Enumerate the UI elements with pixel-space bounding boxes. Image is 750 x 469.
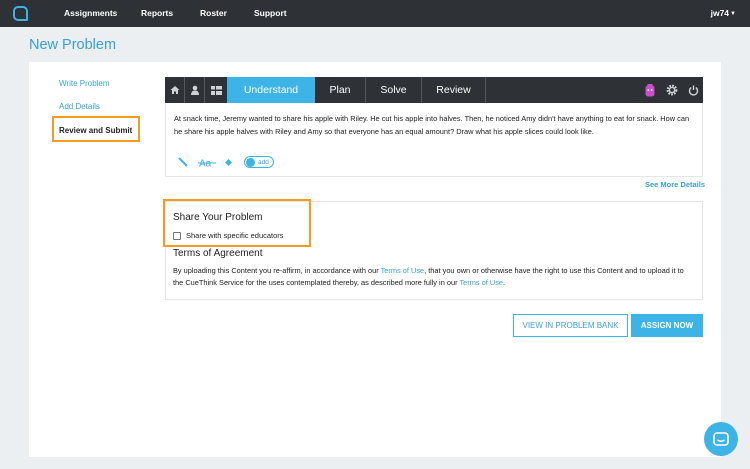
- share-educators-checkbox[interactable]: [173, 231, 181, 240]
- person-icon: [190, 85, 199, 95]
- step-review-submit[interactable]: Review and Submit: [59, 126, 132, 135]
- grid-icon: [210, 85, 222, 95]
- nav-roster[interactable]: Roster: [200, 8, 227, 18]
- thinklet-badge-button[interactable]: [640, 77, 660, 103]
- step-add-details[interactable]: Add Details: [59, 102, 100, 111]
- nav-support[interactable]: Support: [254, 8, 287, 18]
- terms-text-part1: By uploading this Content you re-affirm,…: [173, 266, 381, 275]
- caret-down-icon: ▼: [730, 11, 736, 17]
- grid-view-button[interactable]: [205, 77, 227, 103]
- assign-now-button[interactable]: ASSIGN NOW: [631, 314, 703, 337]
- add-icon: [246, 157, 255, 167]
- share-educators-label: Share with specific educators: [186, 231, 284, 240]
- cuethink-logo-icon[interactable]: [13, 6, 28, 21]
- nav-reports[interactable]: Reports: [141, 8, 173, 18]
- chat-launcher-button[interactable]: [704, 422, 738, 456]
- highlighter-icon[interactable]: [224, 158, 233, 167]
- power-icon: [688, 85, 698, 95]
- tab-review[interactable]: Review: [422, 77, 485, 103]
- step-write-problem[interactable]: Write Problem: [59, 79, 110, 88]
- terms-text: By uploading this Content you re-affirm,…: [173, 265, 695, 289]
- terms-of-use-link[interactable]: Terms of Use: [381, 266, 425, 275]
- share-title: Share Your Problem: [173, 212, 263, 223]
- page-title: New Problem: [29, 37, 117, 53]
- share-educators-option[interactable]: Share with specific educators: [173, 231, 284, 240]
- add-label: add: [258, 158, 269, 166]
- profile-button[interactable]: [185, 77, 204, 103]
- home-button[interactable]: [165, 77, 184, 103]
- top-nav: Assignments Reports Roster Support jw74▼: [0, 0, 750, 27]
- terms-of-use-link-2[interactable]: Terms of Use: [459, 278, 503, 287]
- home-icon: [170, 86, 179, 94]
- thinklet-badge-icon: [645, 83, 655, 96]
- chat-icon: [713, 431, 729, 446]
- annotation-tools: Aa add: [178, 155, 274, 169]
- power-button[interactable]: [683, 77, 703, 103]
- gear-icon: [666, 84, 678, 96]
- view-in-problem-bank-button[interactable]: VIEW IN PROBLEM BANK: [513, 314, 628, 337]
- problem-text: At snack time, Jeremy wanted to share hi…: [174, 114, 690, 136]
- user-menu[interactable]: jw74▼: [711, 8, 736, 18]
- tab-plan[interactable]: Plan: [315, 77, 365, 103]
- toolbar-divider: [485, 77, 486, 103]
- tab-understand[interactable]: Understand: [227, 77, 315, 103]
- pencil-icon[interactable]: [178, 156, 189, 168]
- add-annotation-button[interactable]: add: [244, 156, 274, 168]
- see-more-details-link[interactable]: See More Details: [645, 180, 705, 189]
- terms-text-part3: .: [503, 278, 506, 287]
- problem-box: At snack time, Jeremy wanted to share hi…: [165, 103, 703, 177]
- tab-solve[interactable]: Solve: [366, 77, 421, 103]
- settings-button[interactable]: [662, 77, 682, 103]
- nav-assignments[interactable]: Assignments: [64, 8, 117, 18]
- user-name: jw74: [710, 8, 730, 18]
- strikethrough-text-icon[interactable]: Aa: [198, 157, 216, 168]
- terms-title: Terms of Agreement: [173, 248, 263, 259]
- problem-toolbar: Understand Plan Solve Review: [165, 77, 703, 103]
